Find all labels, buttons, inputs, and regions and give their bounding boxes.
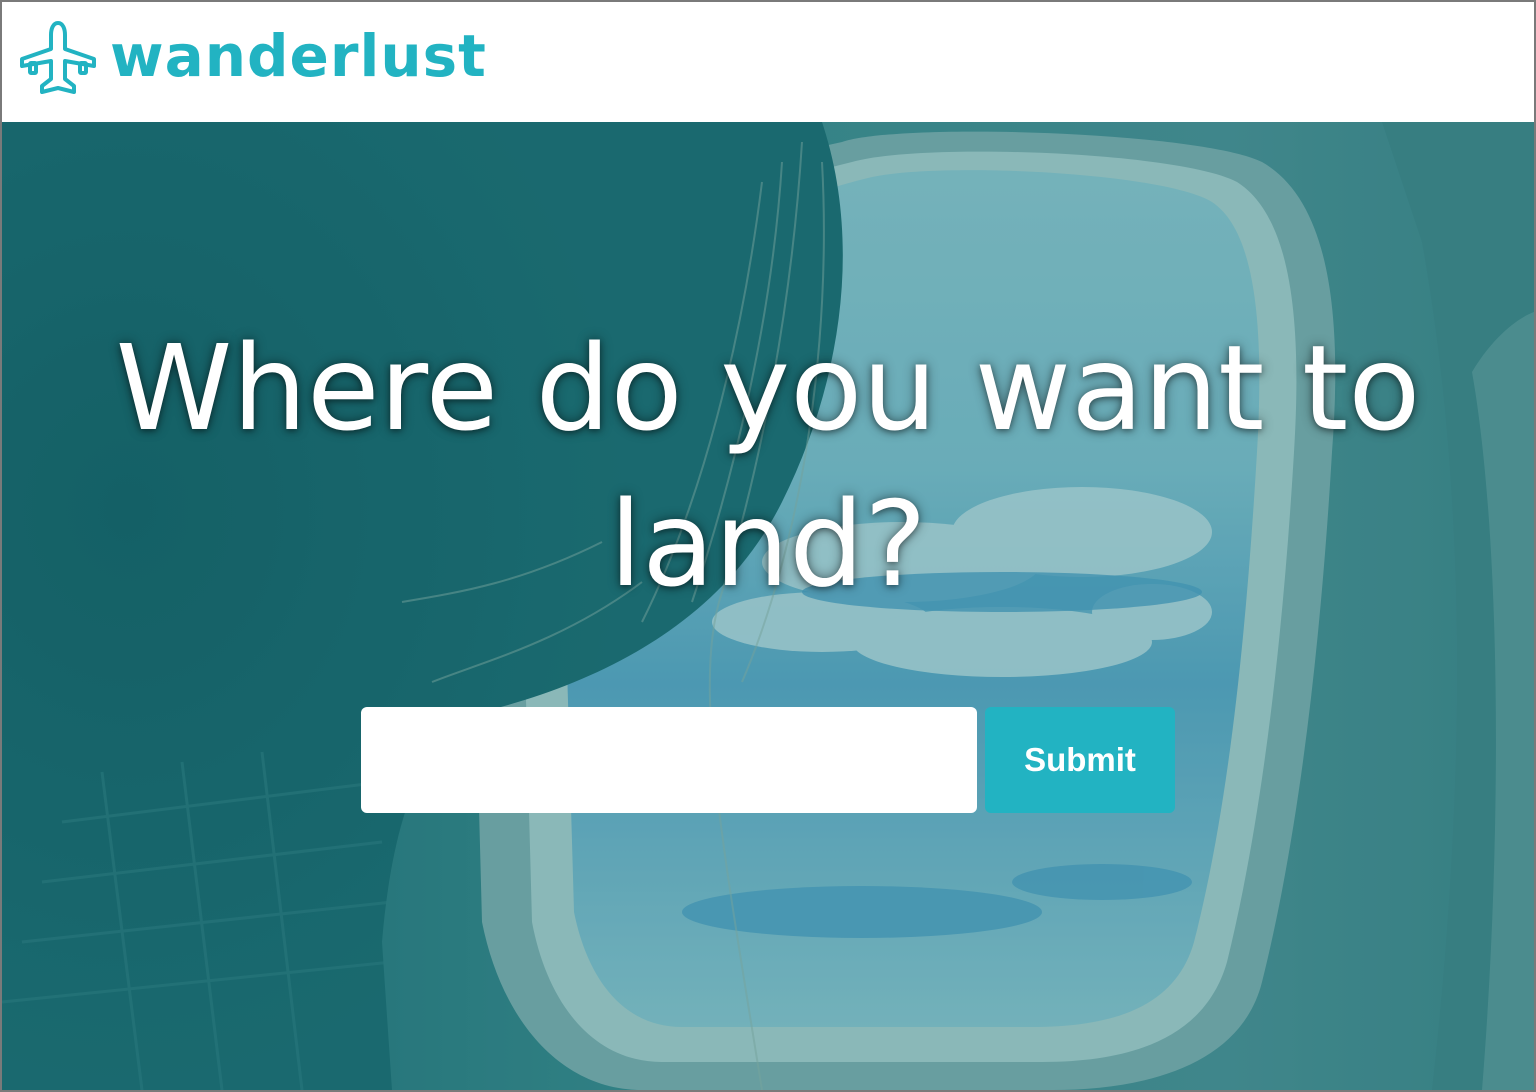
destination-search-input[interactable]: [361, 707, 977, 813]
brand-logo-link[interactable]: wanderlust: [18, 16, 487, 102]
hero-headline: Where do you want to land?: [115, 319, 1421, 613]
airplane-icon: [20, 21, 96, 94]
page-frame: wanderlust Where do you want to land? Su…: [0, 0, 1536, 1092]
hero-section: Where do you want to land? Submit: [2, 122, 1534, 1090]
destination-search-form: Submit: [361, 707, 1175, 813]
site-header: wanderlust: [2, 2, 1534, 122]
submit-button[interactable]: Submit: [985, 707, 1175, 813]
brand-name: wanderlust: [110, 22, 487, 90]
